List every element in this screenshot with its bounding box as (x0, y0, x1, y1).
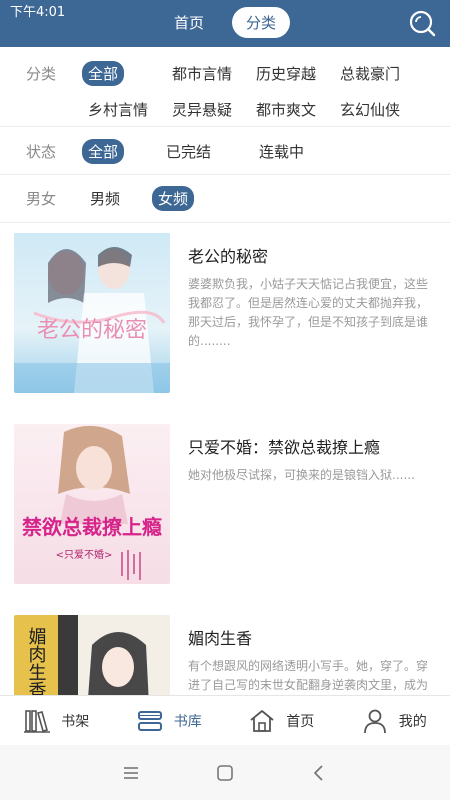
back-icon[interactable] (308, 763, 330, 783)
cover-image: 媚肉生香 (14, 615, 170, 695)
book-description: 有个想跟风的网络透明小写手。她，穿了。穿进了自己写的末世女配翻身逆袭肉文里，成为… (188, 659, 429, 692)
cover-image: 禁欲总裁撩上瘾 <只爱不婚> (14, 424, 170, 584)
status-option-all[interactable]: 全部 (82, 139, 125, 164)
book-title[interactable]: 只爱不婚：禁欲总裁撩上瘾 (188, 434, 380, 458)
home-square-icon[interactable] (214, 763, 236, 783)
book-item[interactable]: 老公的秘密 老公的秘密 婆婆欺负我，小姑子天天惦记占我便宜，这些我都忍了。但是居… (0, 233, 450, 423)
category-option-urban-romance[interactable]: 都市言情 (166, 61, 244, 86)
tab-home[interactable]: 首页 (160, 7, 218, 38)
category-option-ceo[interactable]: 总裁豪门 (334, 61, 412, 86)
status-options: 全部 已完结 连载中 (82, 139, 440, 164)
book-description: 婆婆欺负我，小姑子天天惦记占我便宜，这些我都忍了。但是居然连心爱的丈夫都抛弃我，… (188, 277, 429, 348)
book-description: 她对他极尽试探，可换来的是锒铛入狱...... (188, 468, 415, 482)
category-option-urban[interactable]: 都市爽文 (250, 97, 328, 122)
user-icon (363, 709, 386, 733)
book-item[interactable]: 媚肉生香 媚肉生香 有个想跟风的网络透明小写手。她，穿了。穿进了自己写的末世女配… (0, 615, 450, 695)
search-icon[interactable] (408, 9, 436, 37)
nav-home[interactable]: 首页 (225, 696, 338, 745)
category-options: 全部 都市言情 历史穿越 总裁豪门 乡村言情 灵异悬疑 都市爽文 玄幻仙侠 (82, 61, 440, 122)
category-option-fantasy[interactable]: 玄幻仙侠 (334, 97, 412, 122)
filter-row-category: 分类 全部 都市言情 历史穿越 总裁豪门 乡村言情 灵异悬疑 都市爽文 玄幻仙侠 (0, 47, 450, 127)
nav-library[interactable]: 书库 (113, 696, 226, 745)
home-icon (250, 709, 274, 732)
bottom-nav: 书架 书库 首页 我的 (0, 695, 450, 745)
app-root: 下午4:01 首页 分类 分类 全部 都市言情 历史穿越 总裁豪门 乡村言情 灵… (0, 0, 450, 800)
book-cover[interactable]: 媚肉生香 (14, 615, 170, 695)
header-tabs: 首页 分类 (0, 7, 450, 38)
gender-option-male[interactable]: 男频 (84, 186, 126, 211)
category-option-suspense[interactable]: 灵异悬疑 (166, 97, 244, 122)
filter-label-gender: 男女 (26, 190, 57, 208)
book-title[interactable]: 老公的秘密 (188, 243, 268, 267)
filter-row-gender: 男女 男频 女频 (0, 175, 450, 223)
book-list: 老公的秘密 老公的秘密 婆婆欺负我，小姑子天天惦记占我便宜，这些我都忍了。但是居… (0, 223, 450, 695)
gender-option-female[interactable]: 女频 (152, 186, 195, 211)
tab-category[interactable]: 分类 (232, 7, 291, 38)
cover-title-text: 禁欲总裁撩上瘾 (22, 515, 162, 539)
bookshelf-icon (24, 709, 51, 733)
nav-home-label: 首页 (286, 713, 315, 730)
filter-row-status: 状态 全部 已完结 连载中 (0, 127, 450, 175)
filter-panel: 分类 全部 都市言情 历史穿越 总裁豪门 乡村言情 灵异悬疑 都市爽文 玄幻仙侠… (0, 47, 450, 223)
status-option-ongoing[interactable]: 连载中 (253, 139, 310, 164)
system-nav-bar (0, 745, 450, 800)
nav-profile-label: 我的 (398, 713, 427, 730)
book-cover[interactable]: 禁欲总裁撩上瘾 <只爱不婚> (14, 424, 170, 584)
status-option-finished[interactable]: 已完结 (160, 139, 217, 164)
filter-label-status: 状态 (26, 143, 57, 161)
menu-icon[interactable] (120, 763, 142, 783)
book-title[interactable]: 媚肉生香 (188, 625, 252, 649)
book-cover[interactable]: 老公的秘密 (14, 233, 170, 393)
cover-image: 老公的秘密 (14, 233, 170, 393)
cover-subtitle-text: <只爱不婚> (56, 548, 113, 561)
gender-options: 男频 女频 (84, 186, 440, 211)
book-item[interactable]: 禁欲总裁撩上瘾 <只爱不婚> 只爱不婚：禁欲总裁撩上瘾 她对他极尽试探，可换来的… (0, 424, 450, 614)
cover-title-text: 老公的秘密 (37, 318, 147, 343)
nav-bookshelf-label: 书架 (61, 713, 90, 730)
category-option-history[interactable]: 历史穿越 (250, 61, 328, 86)
category-option-rural[interactable]: 乡村言情 (82, 97, 160, 122)
filter-label-category: 分类 (26, 65, 57, 83)
category-option-all[interactable]: 全部 (82, 61, 125, 86)
top-header: 下午4:01 首页 分类 (0, 0, 450, 47)
library-icon (137, 710, 162, 731)
nav-bookshelf[interactable]: 书架 (0, 696, 113, 745)
nav-profile[interactable]: 我的 (338, 696, 450, 745)
nav-library-label: 书库 (173, 713, 202, 730)
cover-title-text: 媚肉生香 (26, 627, 47, 695)
